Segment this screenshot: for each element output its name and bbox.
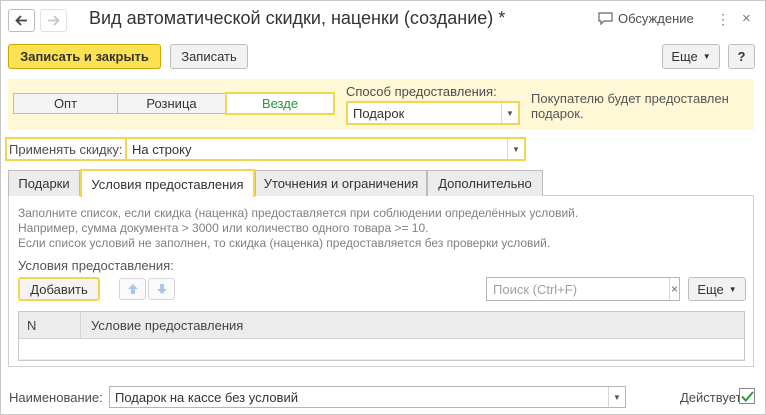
arrow-right-icon — [48, 15, 60, 26]
dropdown-icon: ▼ — [501, 103, 518, 123]
arrow-down-icon — [156, 284, 167, 294]
name-value: Подарок на кассе без условий — [115, 389, 298, 405]
clear-icon[interactable]: × — [669, 278, 679, 300]
search-field[interactable]: × — [486, 277, 680, 301]
name-label: Наименование: — [9, 390, 103, 405]
info-line: Если список условий не заполнен, то скид… — [18, 236, 551, 250]
discussion-link[interactable]: Обсуждение — [598, 11, 694, 26]
conditions-more-button[interactable]: Еще ▼ — [688, 277, 746, 301]
move-down-button[interactable] — [148, 278, 175, 300]
provision-label: Способ предоставления: — [346, 84, 497, 99]
more-vertical-icon[interactable]: ⋮ — [716, 11, 730, 28]
more-label: Еще — [697, 281, 724, 297]
page-title: Вид автоматической скидки, наценки (созд… — [89, 8, 506, 28]
close-icon[interactable]: × — [742, 10, 751, 27]
arrow-left-icon — [15, 15, 27, 26]
arrow-up-icon — [127, 284, 138, 294]
conditions-info: Заполните список, если скидка (наценка) … — [18, 206, 578, 251]
save-and-close-button[interactable]: Записать и закрыть — [8, 44, 161, 69]
active-label: Действует: — [680, 390, 746, 405]
checkmark-icon — [740, 390, 754, 402]
segment-retail[interactable]: Розница — [117, 93, 226, 114]
provision-value: Подарок — [353, 105, 405, 121]
dropdown-icon: ▼ — [608, 387, 625, 407]
info-line: Например, сумма документа > 3000 или кол… — [18, 221, 429, 235]
segment-everywhere[interactable]: Везде — [225, 92, 335, 115]
help-button[interactable]: ? — [728, 44, 755, 69]
move-up-button[interactable] — [119, 278, 146, 300]
more-button[interactable]: Еще ▼ — [662, 44, 720, 69]
apply-label: Применять скидку: — [9, 142, 123, 157]
chevron-down-icon: ▼ — [728, 284, 737, 294]
apply-select[interactable]: На строку ▼ — [125, 137, 526, 161]
tab-additional[interactable]: Дополнительно — [427, 170, 543, 196]
column-header-condition[interactable]: Условие предоставления — [91, 318, 243, 333]
forward-button[interactable] — [40, 9, 67, 32]
dropdown-icon: ▼ — [507, 139, 524, 159]
tab-gifts[interactable]: Подарки — [8, 170, 80, 196]
back-button[interactable] — [8, 9, 35, 32]
name-select[interactable]: Подарок на кассе без условий ▼ — [109, 386, 626, 408]
search-input[interactable] — [487, 281, 669, 297]
provision-select[interactable]: Подарок ▼ — [346, 101, 520, 125]
info-line: Заполните список, если скидка (наценка) … — [18, 206, 579, 220]
apply-value: На строку — [132, 141, 192, 157]
column-divider — [80, 312, 81, 339]
more-label: Еще — [671, 49, 698, 64]
conditions-list-label: Условия предоставления: — [18, 258, 174, 273]
tab-clarifications[interactable]: Уточнения и ограничения — [255, 170, 427, 196]
column-header-n[interactable]: N — [27, 318, 36, 333]
save-button[interactable]: Записать — [170, 44, 248, 69]
chevron-down-icon: ▼ — [702, 52, 711, 61]
active-checkbox[interactable] — [739, 388, 755, 404]
segment-opt[interactable]: Опт — [13, 93, 118, 114]
chat-bubble-icon — [598, 12, 613, 25]
add-button[interactable]: Добавить — [18, 277, 100, 301]
tab-conditions[interactable]: Условия предоставления — [80, 169, 255, 197]
table-row[interactable] — [19, 340, 744, 360]
provision-note: Покупателю будет предоставлен подарок. — [531, 91, 729, 121]
discussion-label: Обсуждение — [618, 11, 694, 26]
